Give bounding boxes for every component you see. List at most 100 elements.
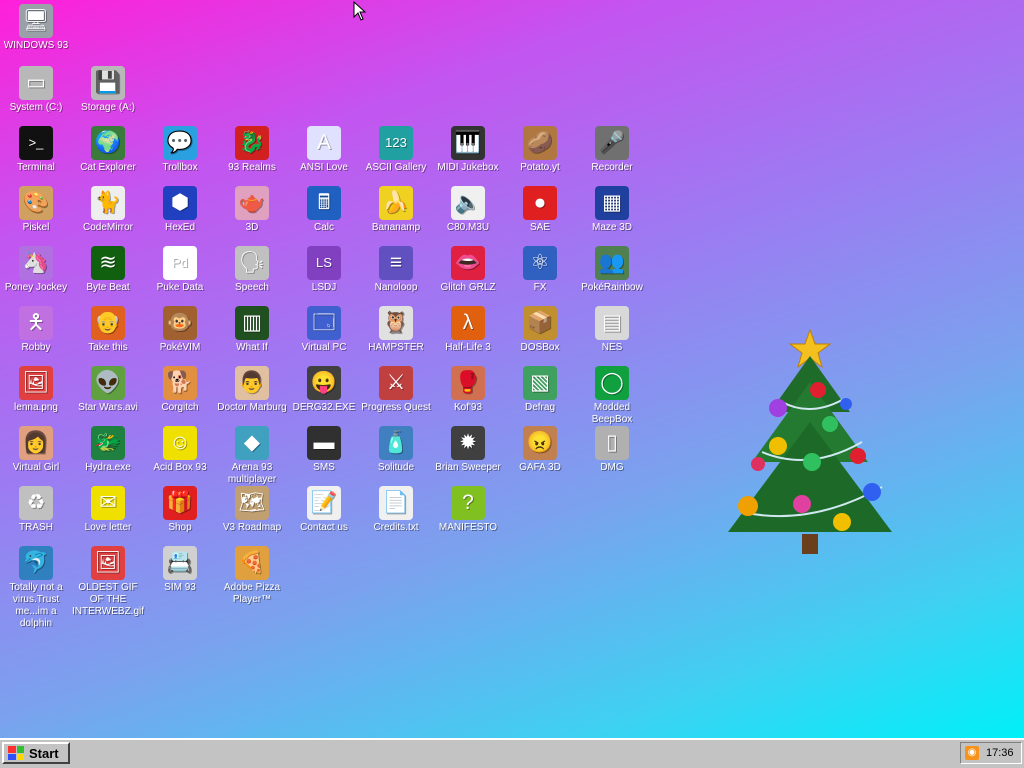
- desktop-icon-label: Half-Life 3: [445, 342, 491, 353]
- desktop-icon-label: SAE: [529, 222, 550, 233]
- yoda-icon: 👽: [91, 366, 125, 400]
- desktop-icon[interactable]: 🦄 Poney Jockey: [0, 246, 72, 294]
- dosbox-icon: 📦: [523, 306, 557, 340]
- owl-icon: 🦉: [379, 306, 413, 340]
- desktop-icon[interactable]: 💬 Trollbox: [144, 126, 216, 174]
- desktop-icon[interactable]: 📄 Credits.txt: [360, 486, 432, 534]
- desktop-icon[interactable]: ≡ Nanoloop: [360, 246, 432, 294]
- desktop-icon-label: Take this: [88, 342, 128, 353]
- christmas-tree-icon: [728, 328, 892, 554]
- desktop-icon-label: Doctor Marburg: [217, 402, 287, 413]
- desktop-icon[interactable]: 😠 GAFA 3D: [504, 426, 576, 474]
- desktop-icon[interactable]: 🐕 Corgitch: [144, 366, 216, 414]
- desktop-icon-label: Contact us: [300, 522, 348, 533]
- corgi-icon: 🐕: [163, 366, 197, 400]
- desktop-icon[interactable]: ✉ Love letter: [72, 486, 144, 534]
- desktop-icon-label: ASCII Gallery: [365, 162, 427, 173]
- desktop-icon-label: lenna.png: [14, 402, 58, 413]
- desktop-icon[interactable]: 🐉 93 Realms: [216, 126, 288, 174]
- desktop-icon[interactable]: 🖥 WINDOWS 93: [0, 4, 72, 52]
- desktop-icon[interactable]: λ Half-Life 3: [432, 306, 504, 354]
- desktop-icon[interactable]: ▯ DMG: [576, 426, 648, 474]
- desktop-icon[interactable]: 💾 Storage (A:): [72, 66, 144, 114]
- desktop-icon[interactable]: 🎹 MIDI Jukebox: [432, 126, 504, 174]
- desktop-icon[interactable]: 🐵 PokéVIM: [144, 306, 216, 354]
- desktop-icon[interactable]: ● SAE: [504, 186, 576, 234]
- desktop-icon[interactable]: ☺ Acid Box 93: [144, 426, 216, 474]
- desktop-icon[interactable]: 🥔 Potato.yt: [504, 126, 576, 174]
- desktop-icon[interactable]: ◆ Arena 93 multiplayer: [216, 426, 288, 486]
- desktop-icon[interactable]: ▤ NES: [576, 306, 648, 354]
- desktop-icon[interactable]: ♻ TRASH: [0, 486, 72, 534]
- desktop-icon-label: Corgitch: [161, 402, 199, 413]
- desktop-icon-label: HexEd: [164, 222, 195, 233]
- desktop-icon[interactable]: ▥ What If: [216, 306, 288, 354]
- desktop-icon[interactable]: 🐲 Hydra.exe: [72, 426, 144, 474]
- desktop-icon[interactable]: 🎤 Recorder: [576, 126, 648, 174]
- desktop-icon[interactable]: 🍌 Bananamp: [360, 186, 432, 234]
- desktop-icon[interactable]: ✹ Brian Sweeper: [432, 426, 504, 474]
- desktop-icon[interactable]: 📇 SIM 93: [144, 546, 216, 594]
- desktop-icon[interactable]: 🐈 CodeMirror: [72, 186, 144, 234]
- desktop-icon[interactable]: 👨 Doctor Marburg: [216, 366, 288, 414]
- desktop-icon[interactable]: 👥 PokéRainbow: [576, 246, 648, 294]
- desktop-icon[interactable]: ⚛ FX: [504, 246, 576, 294]
- desktop-icon[interactable]: 🔈 C80.M3U: [432, 186, 504, 234]
- desktop-icon[interactable]: LS LSDJ: [288, 246, 360, 294]
- desktop-icon[interactable]: 👄 Glitch GRLZ: [432, 246, 504, 294]
- desktop-icon[interactable]: >_ Terminal: [0, 126, 72, 174]
- desktop-icon[interactable]: 🖼 OLDEST GIF OF THE INTERWEBZ.gif: [72, 546, 144, 618]
- desktop-icon[interactable]: ▭ System (C:): [0, 66, 72, 114]
- desktop-icon[interactable]: 🎨 Piskel: [0, 186, 72, 234]
- computer-icon: 🖥: [19, 4, 53, 38]
- desktop-icon[interactable]: 🐬 Totally not a virus.Trust me...im a dol…: [0, 546, 72, 630]
- desktop-icon[interactable]: 🗔 Virtual PC: [288, 306, 360, 354]
- desktop-icon[interactable]: ? MANIFESTO: [432, 486, 504, 534]
- girl-face-icon: 👩: [19, 426, 53, 460]
- desktop-icon[interactable]: ⬢ HexEd: [144, 186, 216, 234]
- desktop-icon[interactable]: 🫖 3D: [216, 186, 288, 234]
- desktop-icon[interactable]: 🌍 Cat Explorer: [72, 126, 144, 174]
- rss-icon[interactable]: ◉: [965, 746, 979, 760]
- desktop-icon[interactable]: ≋ Byte Beat: [72, 246, 144, 294]
- lambda-icon: λ: [451, 306, 485, 340]
- clock: 17:36: [986, 747, 1014, 759]
- desktop-icon[interactable]: Pd Puke Data: [144, 246, 216, 294]
- desktop-icon[interactable]: 👩 Virtual Girl: [0, 426, 72, 474]
- desktop-icon[interactable]: A ANSI Love: [288, 126, 360, 174]
- desktop-icon[interactable]: 🥊 Kof'93: [432, 366, 504, 414]
- desktop-icon[interactable]: 📝 Contact us: [288, 486, 360, 534]
- desktop-icon[interactable]: 🖩 Calc: [288, 186, 360, 234]
- stick-figure-icon: 🯅: [19, 306, 53, 340]
- desktop-icon-label: PokéRainbow: [581, 282, 643, 293]
- maze-icon: ▦: [595, 186, 629, 220]
- desktop-icon-label: HAMPSTER: [368, 342, 424, 353]
- desktop-icon-label: FX: [533, 282, 547, 293]
- system-tray: ◉ 17:36: [960, 742, 1022, 764]
- desktop-icon[interactable]: 👽 Star Wars.avi: [72, 366, 144, 414]
- desktop-icon[interactable]: 🍕 Adobe Pizza Player™: [216, 546, 288, 606]
- desktop-icon[interactable]: 🖼 lenna.png: [0, 366, 72, 414]
- desktop-icon[interactable]: ◯ Modded BeepBox: [576, 366, 648, 426]
- desktop-icon[interactable]: ▦ Maze 3D: [576, 186, 648, 234]
- start-button[interactable]: Start: [2, 742, 70, 764]
- desktop-icon[interactable]: 🎁 Shop: [144, 486, 216, 534]
- desktop-icon[interactable]: 🧴 Solitude: [360, 426, 432, 474]
- terminal-green-icon: ▥: [235, 306, 269, 340]
- desktop-icon[interactable]: 🦉 HAMPSTER: [360, 306, 432, 354]
- desktop-icon[interactable]: 📦 DOSBox: [504, 306, 576, 354]
- desktop-icon[interactable]: 🯅 Robby: [0, 306, 72, 354]
- teapot-icon: 🫖: [235, 186, 269, 220]
- desktop-icon[interactable]: 👴 Take this: [72, 306, 144, 354]
- desktop-icon[interactable]: ⚔ Progress Quest: [360, 366, 432, 414]
- desktop-icon[interactable]: 😛 DERG32.EXE: [288, 366, 360, 414]
- desktop-icon[interactable]: ▬ SMS: [288, 426, 360, 474]
- desktop-icon[interactable]: ▧ Defrag: [504, 366, 576, 414]
- image-file-icon: 🖼: [91, 546, 125, 580]
- desktop[interactable]: 🖥 WINDOWS 93 ▭ System (C:) 💾 Storage (A:) >_ Te…: [0, 0, 1024, 738]
- desktop-icon[interactable]: 🗺 V3 Roadmap: [216, 486, 288, 534]
- desktop-icon-label: Totally not a virus.Trust me...im a dolp…: [9, 582, 63, 629]
- desktop-icon[interactable]: 123 ASCII Gallery: [360, 126, 432, 174]
- desktop-icon-label: PokéVIM: [159, 342, 201, 353]
- desktop-icon[interactable]: 🗣 Speech: [216, 246, 288, 294]
